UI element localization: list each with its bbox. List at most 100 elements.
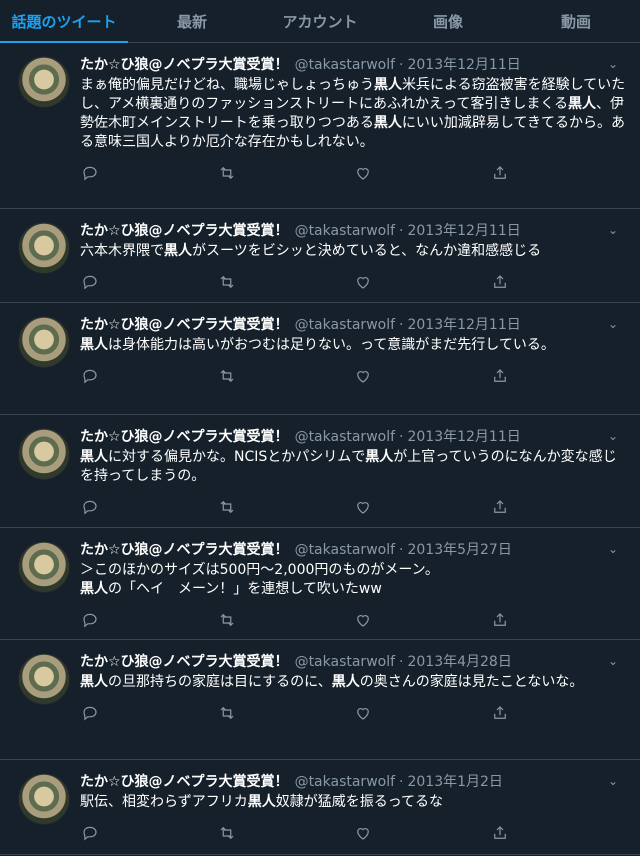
highlighted-keyword: 黒人 <box>80 674 108 690</box>
like-icon[interactable] <box>353 823 373 843</box>
like-icon[interactable] <box>353 366 373 386</box>
avatar[interactable] <box>18 56 70 108</box>
separator: · <box>399 223 404 239</box>
retweet-icon[interactable] <box>217 366 237 386</box>
reply-icon[interactable] <box>80 610 100 630</box>
tweet-date[interactable]: 2013年1月2日 <box>407 773 502 791</box>
avatar[interactable] <box>18 653 70 705</box>
tweet-actions <box>80 359 510 393</box>
tweet[interactable]: たか☆ひ狼@ノベプラ大賞受賞！ @takastarwolf · 2013年1月2… <box>0 760 640 855</box>
chevron-down-icon[interactable]: ⌄ <box>608 654 618 668</box>
display-name[interactable]: たか☆ひ狼@ノベプラ大賞受賞！ <box>80 653 289 671</box>
tab-3[interactable]: 画像 <box>384 0 512 42</box>
reply-icon[interactable] <box>80 272 100 292</box>
text-segment: の奥さんの家庭は見たことないな。 <box>359 674 584 690</box>
tweet-text: 駅伝、相変わらずアフリカ黒人奴隷が猛威を振るってるな <box>80 793 626 812</box>
retweet-icon[interactable] <box>217 823 237 843</box>
tweet-date[interactable]: 2013年4月28日 <box>407 653 511 671</box>
tab-4[interactable]: 動画 <box>512 0 640 42</box>
share-icon[interactable] <box>490 497 510 517</box>
display-name[interactable]: たか☆ひ狼@ノベプラ大賞受賞！ <box>80 56 289 74</box>
user-handle: @takastarwolf <box>294 654 396 670</box>
separator: · <box>399 774 404 790</box>
retweet-icon[interactable] <box>217 703 237 723</box>
like-icon[interactable] <box>353 272 373 292</box>
display-name[interactable]: たか☆ひ狼@ノベプラ大賞受賞！ <box>80 222 289 240</box>
tweet-actions <box>80 265 510 299</box>
retweet-icon[interactable] <box>217 610 237 630</box>
reply-icon[interactable] <box>80 703 100 723</box>
tweet-text: まぁ俺的偏見だけどね、職場じゃしょっちゅう黒人米兵による窃盗被害を経験していたし… <box>80 76 626 152</box>
text-segment: 奴隷が猛威を振るってるな <box>275 794 444 810</box>
tweet[interactable]: たか☆ひ狼@ノベプラ大賞受賞！ @takastarwolf · 2013年12月… <box>0 209 640 303</box>
user-handle: @takastarwolf <box>294 542 396 558</box>
avatar[interactable] <box>18 773 70 825</box>
tweet-date[interactable]: 2013年12月11日 <box>407 428 520 446</box>
tab-1[interactable]: 最新 <box>128 0 256 42</box>
retweet-icon[interactable] <box>217 272 237 292</box>
reply-icon[interactable] <box>80 823 100 843</box>
tweet[interactable]: たか☆ひ狼@ノベプラ大賞受賞！ @takastarwolf · 2013年12月… <box>0 415 640 528</box>
chevron-down-icon[interactable]: ⌄ <box>608 429 618 443</box>
user-handle: @takastarwolf <box>294 223 396 239</box>
tweet-actions <box>80 490 510 524</box>
share-icon[interactable] <box>490 610 510 630</box>
like-icon[interactable] <box>353 610 373 630</box>
highlighted-keyword: 黒人 <box>331 674 360 690</box>
text-segment: ＞このほかのサイズは500円～2,000円のものがメーン。 <box>80 562 439 578</box>
separator: · <box>399 429 404 445</box>
chevron-down-icon[interactable]: ⌄ <box>608 542 618 556</box>
user-handle: @takastarwolf <box>294 429 396 445</box>
tweet-date[interactable]: 2013年12月11日 <box>407 56 520 74</box>
reply-icon[interactable] <box>80 163 100 183</box>
tweet[interactable]: たか☆ひ狼@ノベプラ大賞受賞！ @takastarwolf · 2013年4月2… <box>0 640 640 760</box>
tweet[interactable]: たか☆ひ狼@ノベプラ大賞受賞！ @takastarwolf · 2013年12月… <box>0 303 640 415</box>
chevron-down-icon[interactable]: ⌄ <box>608 223 618 237</box>
display-name[interactable]: たか☆ひ狼@ノベプラ大賞受賞！ <box>80 428 289 446</box>
highlighted-keyword: 黒人 <box>365 449 394 465</box>
text-segment: まぁ俺的偏見だけどね、職場じゃしょっちゅう <box>80 77 374 93</box>
like-icon[interactable] <box>353 497 373 517</box>
separator: · <box>399 654 404 670</box>
tweet-date[interactable]: 2013年12月11日 <box>407 222 520 240</box>
avatar[interactable] <box>18 222 70 274</box>
retweet-icon[interactable] <box>217 497 237 517</box>
retweet-icon[interactable] <box>217 163 237 183</box>
share-icon[interactable] <box>490 163 510 183</box>
text-segment: 六本木界隈で <box>80 243 164 259</box>
like-icon[interactable] <box>353 163 373 183</box>
share-icon[interactable] <box>490 703 510 723</box>
user-handle: @takastarwolf <box>294 774 396 790</box>
display-name[interactable]: たか☆ひ狼@ノベプラ大賞受賞！ <box>80 773 289 791</box>
tab-0[interactable]: 話題のツイート <box>0 0 128 43</box>
share-icon[interactable] <box>490 366 510 386</box>
highlighted-keyword: 黒人 <box>80 337 108 353</box>
like-icon[interactable] <box>353 703 373 723</box>
chevron-down-icon[interactable]: ⌄ <box>608 57 618 71</box>
avatar[interactable] <box>18 428 70 480</box>
tweet[interactable]: たか☆ひ狼@ノベプラ大賞受賞！ @takastarwolf · 2013年5月2… <box>0 528 640 640</box>
display-name[interactable]: たか☆ひ狼@ノベプラ大賞受賞！ <box>80 316 289 334</box>
tweet[interactable]: たか☆ひ狼@ノベプラ大賞受賞！ @takastarwolf · 2013年12月… <box>0 43 640 209</box>
highlighted-keyword: 黒人 <box>373 115 402 131</box>
highlighted-keyword: 黒人 <box>80 449 108 465</box>
tweet-actions <box>80 816 510 850</box>
reply-icon[interactable] <box>80 497 100 517</box>
avatar[interactable] <box>18 316 70 368</box>
avatar[interactable] <box>18 541 70 593</box>
tab-2[interactable]: アカウント <box>256 0 384 42</box>
chevron-down-icon[interactable]: ⌄ <box>608 774 618 788</box>
text-segment: の「ヘイ メーン！」を連想して吹いたww <box>108 581 382 597</box>
search-tabs: 話題のツイート 最新 アカウント 画像 動画 <box>0 0 640 43</box>
reply-icon[interactable] <box>80 366 100 386</box>
tweet-actions <box>80 156 510 190</box>
tweet-actions <box>80 603 510 637</box>
share-icon[interactable] <box>490 272 510 292</box>
tweet-date[interactable]: 2013年5月27日 <box>407 541 511 559</box>
separator: · <box>399 317 404 333</box>
share-icon[interactable] <box>490 823 510 843</box>
display-name[interactable]: たか☆ひ狼@ノベプラ大賞受賞！ <box>80 541 289 559</box>
text-segment: の旦那持ちの家庭は目にするのに、 <box>108 674 332 690</box>
chevron-down-icon[interactable]: ⌄ <box>608 317 618 331</box>
tweet-date[interactable]: 2013年12月11日 <box>407 316 520 334</box>
